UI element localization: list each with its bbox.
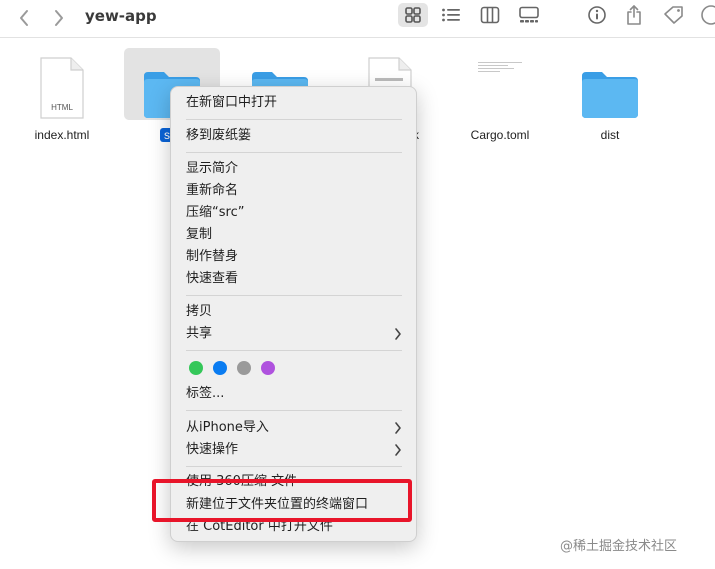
menu-item-quick-actions[interactable]: 快速操作 — [179, 439, 408, 461]
menu-item-duplicate[interactable]: 复制 — [179, 224, 408, 246]
more-icon[interactable] — [699, 3, 715, 27]
tag-color-green[interactable] — [189, 361, 203, 375]
menu-item-share[interactable]: 共享 — [179, 323, 408, 345]
tag-color-purple[interactable] — [261, 361, 275, 375]
chevron-right-icon — [394, 439, 402, 469]
file-name: Cargo.toml — [470, 128, 530, 142]
menu-separator — [186, 152, 402, 153]
file-item-index-html[interactable]: HTML index.html — [14, 48, 110, 148]
menu-separator — [186, 466, 402, 467]
watermark: @稀土掘金技术社区 — [560, 539, 678, 554]
html-file-icon: HTML — [40, 57, 84, 119]
menu-item-open-new-window[interactable]: 在新窗口中打开 — [179, 92, 408, 114]
html-badge: HTML — [51, 103, 73, 112]
menu-separator — [186, 119, 402, 120]
chevron-left-icon[interactable] — [12, 6, 36, 30]
tag-color-blue[interactable] — [213, 361, 227, 375]
toml-file-icon — [478, 62, 522, 72]
toolbar: yew-app — [0, 0, 715, 38]
menu-item-label: 快速操作 — [186, 442, 239, 457]
tag-icon[interactable] — [661, 3, 687, 27]
menu-item-label: 共享 — [186, 326, 213, 341]
menu-item-quick-look[interactable]: 快速查看 — [179, 268, 408, 290]
column-view-icon[interactable] — [477, 3, 503, 27]
menu-item-rename[interactable]: 重新命名 — [179, 180, 408, 202]
file-name: dist — [600, 128, 620, 142]
gallery-view-icon[interactable] — [513, 3, 545, 27]
window-title: yew-app — [85, 7, 157, 25]
list-view-icon[interactable] — [438, 3, 464, 27]
menu-item-copy[interactable]: 拷贝 — [179, 301, 408, 323]
menu-item-compress[interactable]: 压缩“src” — [179, 202, 408, 224]
chevron-right-icon[interactable] — [47, 6, 71, 30]
file-item-cargo-toml[interactable]: Cargo.toml — [452, 48, 548, 148]
icon-grid-view-icon[interactable] — [398, 3, 428, 27]
share-icon[interactable] — [622, 3, 646, 27]
menu-item-make-alias[interactable]: 制作替身 — [179, 246, 408, 268]
file-name: index.html — [34, 128, 90, 142]
menu-separator — [186, 295, 402, 296]
highlight-box — [152, 479, 412, 522]
tag-color-gray[interactable] — [237, 361, 251, 375]
tag-colors — [189, 361, 275, 375]
context-menu: 在新窗口中打开 移到废纸篓 显示简介 重新命名 压缩“src” 复制 制作替身 … — [170, 86, 417, 542]
folder-icon — [582, 72, 638, 118]
menu-item-import-iphone[interactable]: 从iPhone导入 — [179, 417, 408, 439]
menu-item-get-info[interactable]: 显示简介 — [179, 158, 408, 180]
menu-item-move-to-trash[interactable]: 移到废纸篓 — [179, 125, 408, 147]
file-item-dist[interactable]: dist — [562, 48, 658, 148]
menu-item-label: 从iPhone导入 — [186, 420, 269, 435]
chevron-right-icon — [394, 323, 402, 353]
menu-separator — [186, 350, 402, 351]
menu-item-tags[interactable]: 标签... — [179, 383, 408, 405]
menu-separator — [186, 410, 402, 411]
info-icon[interactable] — [585, 3, 609, 27]
